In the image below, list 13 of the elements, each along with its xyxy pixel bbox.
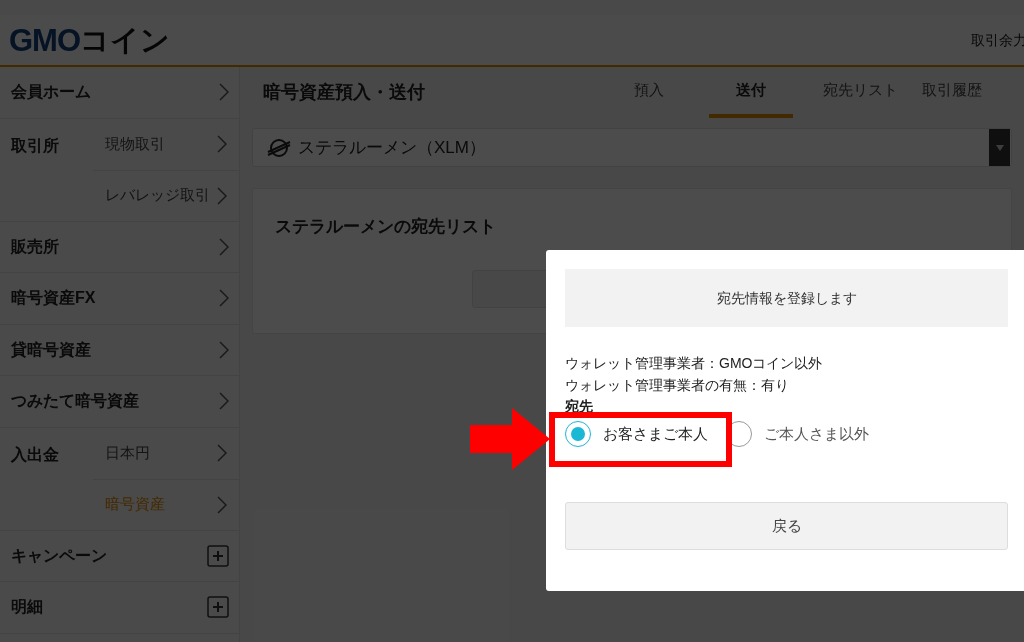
card-title: ステラルーメンの宛先リスト	[275, 216, 497, 238]
modal-header: 宛先情報を登録します	[565, 269, 1008, 327]
logo[interactable]: GMOコイン	[9, 24, 171, 56]
sidebar-group-label: 入出金	[10, 444, 60, 465]
logo-text: GMO	[9, 24, 81, 56]
info-text: ウォレット管理事業者の有無：有り	[565, 376, 790, 395]
sidebar-group-label: 取引所	[10, 135, 60, 156]
info-text: ウォレット管理事業者：GMOコイン以外	[565, 354, 824, 373]
logo-kana: コイン	[80, 25, 171, 55]
back-button[interactable]: 戻る	[565, 502, 1008, 550]
trading-power-label: 取引余力	[971, 30, 1024, 50]
radio-option[interactable]: お客さまご本人	[565, 421, 708, 447]
page-title: 暗号資産預入・送付	[263, 81, 425, 104]
